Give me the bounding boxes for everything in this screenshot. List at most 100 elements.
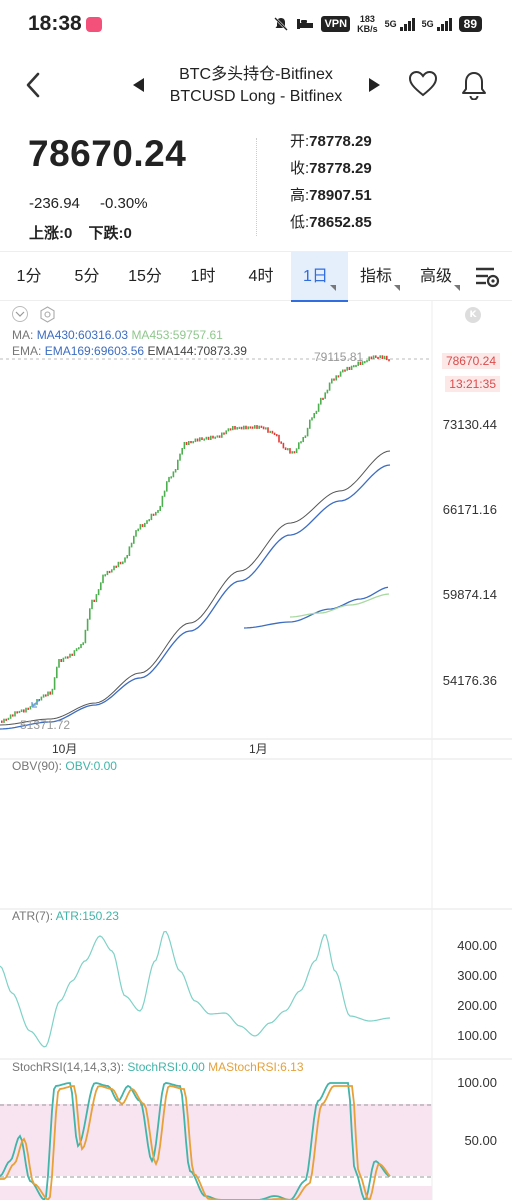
stochrsi-y-tick: 50.00 [464,1133,497,1148]
obv-value: OBV:0.00 [65,759,117,773]
candle [377,356,379,360]
ma453-legend: MA453:59757.61 [131,328,223,342]
atr-label: ATR(7): [12,909,54,923]
tab-1hour[interactable]: 1时 [174,252,232,302]
candle [45,694,47,697]
candle [379,355,381,358]
candle [139,524,142,530]
candle [141,524,144,528]
candle [324,392,326,399]
chart-area[interactable]: K MA: MA430:60316.03 MA453:59757.61 EMA:… [0,301,512,1200]
candle [214,436,216,439]
candle [53,677,56,690]
candle [146,520,148,524]
candle [185,442,188,445]
tab-1min[interactable]: 1分 [0,252,58,302]
candle [42,694,45,698]
status-bar: 18:38 VPN 183 KB/s 5G 5G 89 [0,0,512,52]
candle [205,436,208,440]
tab-5min[interactable]: 5分 [58,252,116,302]
tab-4hour[interactable]: 4时 [232,252,290,302]
candle [278,434,280,443]
candle [269,430,271,433]
candle [106,570,109,576]
candle [12,714,14,717]
network-type-1: 5G [384,19,397,29]
close-value: 78778.29 [309,160,372,177]
status-icons: VPN 183 KB/s 5G 5G 89 [273,14,482,34]
candle [78,647,80,650]
x-tick: 1月 [249,742,268,756]
stochrsi-label: StochRSI(14,14,3,3): [12,1060,125,1074]
tab-advanced[interactable]: 高级 [412,252,468,302]
k-icon[interactable]: K [465,307,481,323]
back-icon[interactable] [22,70,44,100]
candle [315,410,318,414]
candle [276,434,278,437]
ema-legend: EMA: EMA169:69603.56 EMA144:70873.39 [12,344,247,358]
candle [117,561,120,568]
candle [91,599,93,610]
open-value: 78778.29 [309,133,372,150]
candle [183,442,186,449]
next-symbol-icon[interactable] [369,78,380,92]
candle [355,364,357,368]
y-tick: 73130.44 [442,417,497,432]
candle [344,369,346,372]
previous-symbol-icon[interactable] [133,78,144,92]
candle [29,706,32,710]
candle [293,451,296,454]
ema144-line [0,450,391,726]
candle [383,355,386,359]
tab-indicators[interactable]: 指标 [352,252,408,302]
candle [152,513,155,516]
candle [364,361,366,364]
ma430-line [243,586,389,629]
candle [23,709,25,713]
change-absolute: -236.94 [29,195,80,212]
candle [75,648,78,652]
tab-15min[interactable]: 15分 [116,252,174,302]
candle [67,656,69,659]
atr-line [0,930,391,1048]
down-count: 下跌:0 [88,225,132,242]
ema169-line [0,464,391,730]
atr-legend: ATR(7): ATR:150.23 [12,909,119,923]
candle [216,435,219,438]
low-value: 78652.85 [309,214,372,231]
sleep-mode-icon [297,19,314,29]
settings-hex-icon[interactable] [39,306,56,323]
candle [388,359,390,362]
candle [342,369,344,373]
candle [300,441,302,444]
candle [227,428,230,432]
candle [82,642,84,646]
high-value: 78907.51 [309,187,372,204]
tab-1day[interactable]: 1日 [291,252,348,302]
candle [207,436,210,440]
candle [333,378,335,381]
candlestick-series [1,355,390,723]
signal-icon-1 [399,17,415,31]
candle [282,442,285,449]
bell-icon[interactable] [460,70,488,100]
candle [249,426,252,429]
candle [64,656,67,659]
candle [20,709,23,712]
x-tick: 10月 [52,742,78,756]
tab-advanced-label: 高级 [419,268,452,285]
up-count: 上涨:0 [29,225,73,242]
candle [7,717,10,721]
chart-settings-icon[interactable] [474,265,500,289]
candle [245,425,247,430]
title-en: BTCUSD Long - Bitfinex [169,88,343,105]
heart-icon[interactable] [408,70,438,98]
y-tick: 54176.36 [442,673,497,688]
candle [27,707,29,710]
candle [126,555,128,559]
candle [128,546,131,556]
candle [1,720,3,723]
candle [331,378,333,384]
candle [289,448,291,454]
candle [291,451,293,454]
